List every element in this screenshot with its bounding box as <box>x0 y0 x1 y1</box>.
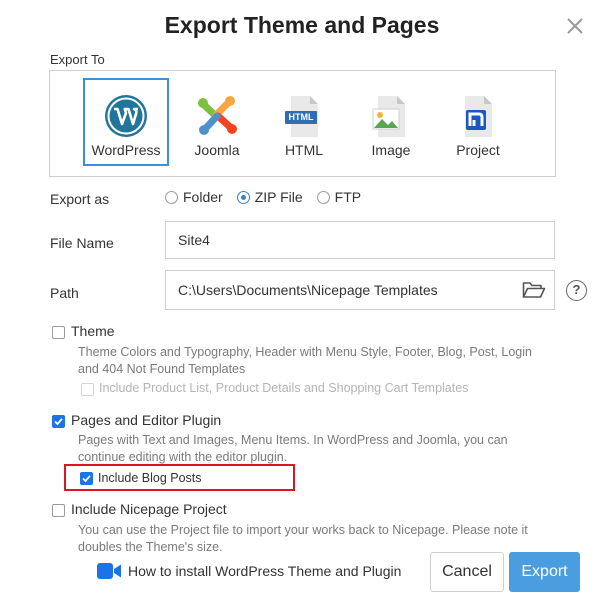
export-option-label: Joomla <box>194 142 240 158</box>
project-label: Include Nicepage Project <box>71 501 227 517</box>
html-file-icon: HTML <box>281 93 327 139</box>
nicepage-project-icon <box>455 93 501 139</box>
export-option-label: Project <box>456 142 500 158</box>
help-glyph: ? <box>572 282 581 297</box>
path-label: Path <box>50 285 79 301</box>
product-templates-checkbox[interactable] <box>81 383 94 396</box>
path-value: C:\Users\Documents\Nicepage Templates <box>178 282 438 298</box>
radio-zip-file[interactable] <box>236 190 250 204</box>
export-as-radio-group: Folder ZIP File FTP <box>165 188 361 206</box>
wordpress-icon <box>103 93 149 139</box>
dialog-title: Export Theme and Pages <box>164 12 440 38</box>
radio-folder-label: Folder <box>183 189 223 205</box>
product-templates-label: Include Product List, Product Details an… <box>99 381 469 395</box>
pages-description: Pages with Text and Images, Menu Items. … <box>78 433 508 464</box>
project-description: You can use the Project file to import y… <box>78 523 528 554</box>
export-option-html[interactable]: HTML HTML <box>261 79 347 167</box>
export-option-project[interactable]: Project <box>435 79 521 167</box>
pages-label: Pages and Editor Plugin <box>71 412 222 428</box>
project-checkbox[interactable] <box>52 504 65 517</box>
radio-zip-file-label: ZIP File <box>254 189 303 205</box>
close-icon[interactable] <box>563 14 587 38</box>
theme-checkbox[interactable] <box>52 326 65 339</box>
pages-checkbox[interactable] <box>52 415 65 428</box>
radio-ftp[interactable] <box>316 190 330 204</box>
export-button[interactable]: Export <box>509 552 580 592</box>
export-option-label: WordPress <box>91 142 161 158</box>
export-option-image[interactable]: Image <box>348 79 434 167</box>
folder-open-icon[interactable] <box>522 280 546 300</box>
theme-description: Theme Colors and Typography, Header with… <box>78 345 532 376</box>
radio-folder[interactable] <box>165 190 178 204</box>
export-as-label: Export as <box>50 191 110 207</box>
include-blog-posts-checkbox[interactable] <box>80 472 93 485</box>
export-option-wordpress[interactable]: WordPress <box>83 78 169 166</box>
path-input[interactable]: C:\Users\Documents\Nicepage Templates <box>165 270 555 310</box>
export-option-label: HTML <box>284 142 324 158</box>
file-name-input[interactable]: Site4 <box>165 221 555 259</box>
cancel-button[interactable]: Cancel <box>430 552 504 592</box>
image-file-icon <box>368 93 414 139</box>
export-option-joomla[interactable]: Joomla <box>174 79 260 167</box>
how-to-install-link[interactable]: How to install WordPress Theme and Plugi… <box>128 563 401 579</box>
file-name-label: File Name <box>50 235 114 251</box>
radio-ftp-label: FTP <box>334 189 362 205</box>
export-to-label: Export To <box>50 52 105 67</box>
include-blog-posts-label: Include Blog Posts <box>98 471 202 485</box>
html-badge: HTML <box>288 112 314 122</box>
joomla-icon <box>194 93 240 139</box>
video-camera-icon[interactable] <box>97 562 122 580</box>
theme-label: Theme <box>71 323 115 339</box>
help-icon[interactable]: ? <box>566 280 587 301</box>
export-option-label: Image <box>371 142 411 158</box>
